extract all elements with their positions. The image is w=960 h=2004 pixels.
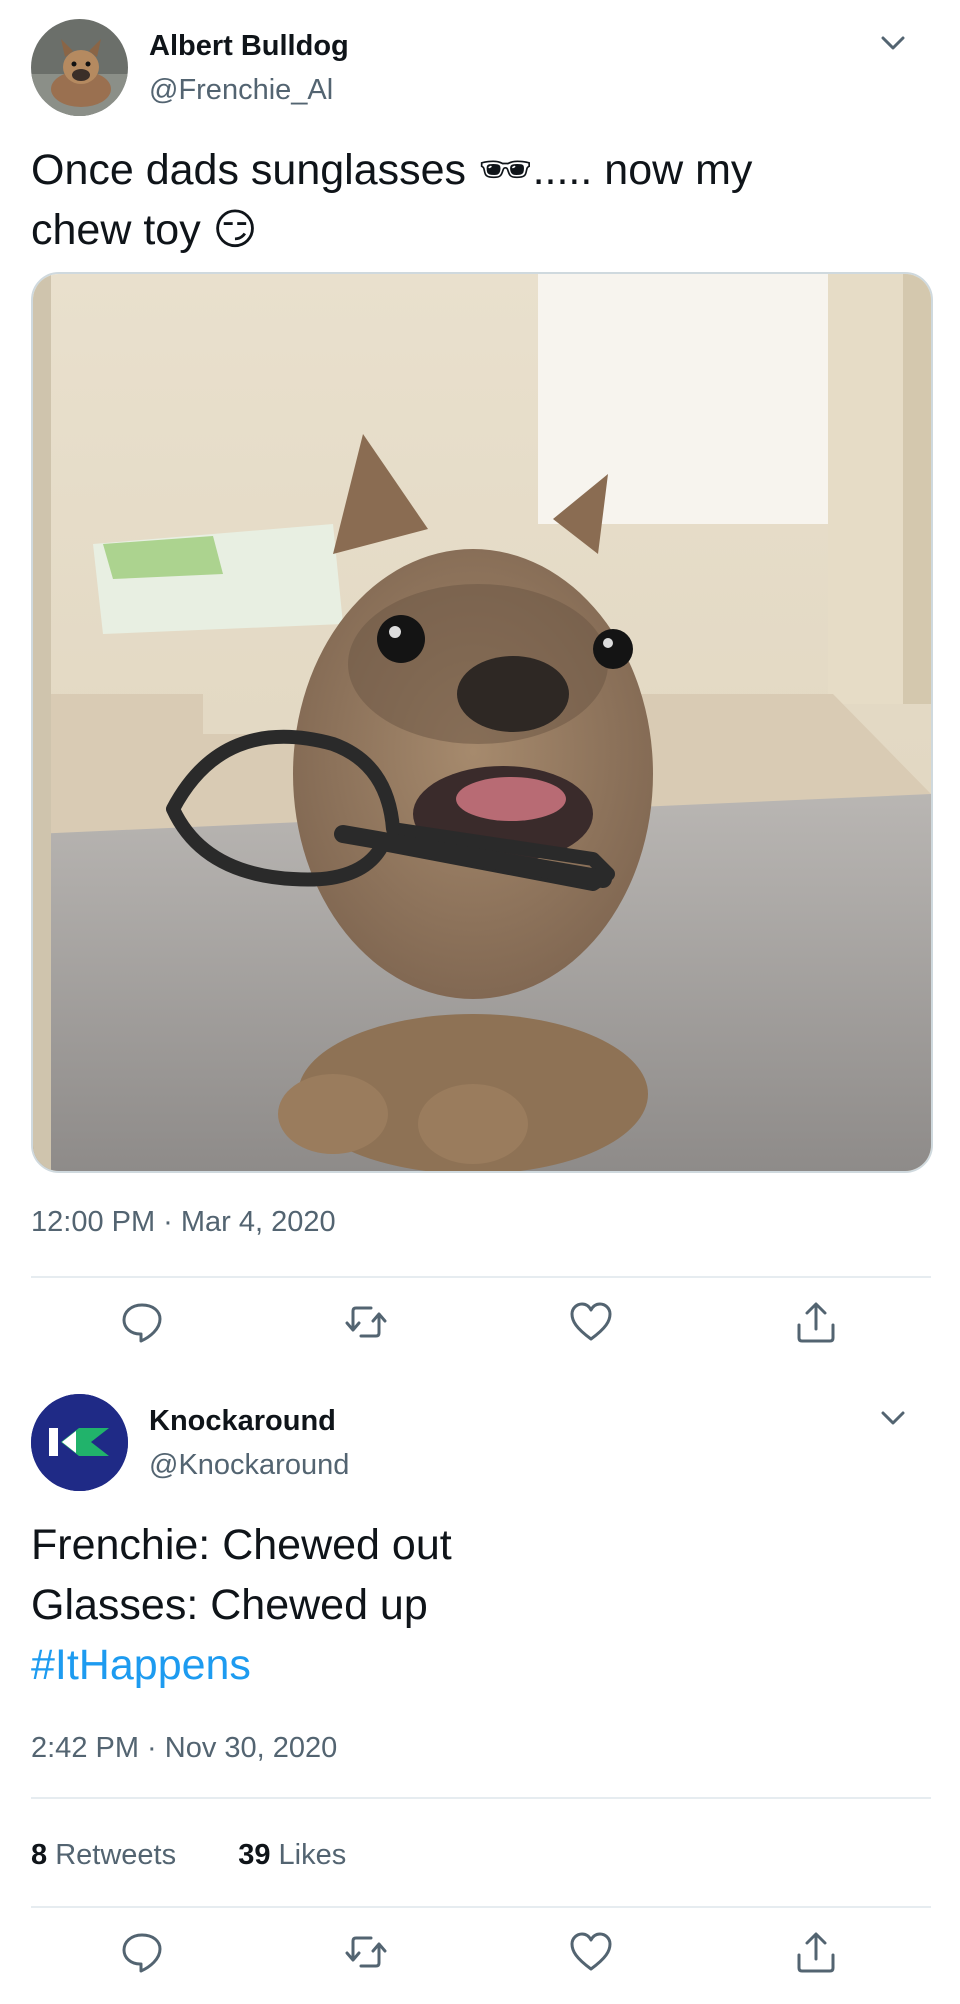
tweet-text-line-2: Glasses: Chewed up: [31, 1581, 428, 1629]
retweets-stat[interactable]: 8 Retweets: [31, 1839, 176, 1871]
tweet-text-line-1: Once dads sunglasses 🕶..... now my: [31, 140, 931, 200]
divider: [31, 1906, 931, 1908]
chevron-down-icon[interactable]: [878, 1403, 908, 1433]
divider: [31, 1276, 931, 1278]
tweet-text-line-1: Frenchie: Chewed out: [31, 1521, 452, 1569]
like-icon[interactable]: [568, 1929, 614, 1975]
smirk-emoji-icon: 😏: [212, 206, 258, 254]
tweet-timestamp[interactable]: 12:00 PM · Mar 4, 2020: [31, 1206, 336, 1239]
sunglasses-emoji-icon: 🕶: [478, 146, 533, 194]
reply-icon[interactable]: [119, 1929, 165, 1975]
likes-stat[interactable]: 39 Likes: [238, 1839, 346, 1871]
tweet-albert-bulldog: Albert Bulldog @Frenchie_Al Once dads su…: [0, 0, 960, 1370]
chevron-down-icon[interactable]: [878, 28, 908, 58]
user-handle[interactable]: @Frenchie_Al: [149, 74, 333, 107]
tweet-text-part: ..... now my: [532, 146, 753, 194]
retweets-label: Retweets: [47, 1839, 177, 1871]
tweet-text: Frenchie: Chewed out Glasses: Chewed up …: [31, 1515, 931, 1695]
like-icon[interactable]: [568, 1299, 614, 1345]
bulldog-avatar-icon: [31, 19, 128, 116]
action-bar: [31, 1929, 931, 1979]
share-icon[interactable]: [793, 1299, 839, 1345]
reply-icon[interactable]: [119, 1299, 165, 1345]
user-handle[interactable]: @Knockaround: [149, 1449, 349, 1482]
share-icon[interactable]: [793, 1929, 839, 1975]
divider: [31, 1797, 931, 1799]
knockaround-logo-icon: [31, 1394, 128, 1491]
tweet-knockaround: Knockaround @Knockaround Frenchie: Chewe…: [0, 1370, 960, 2004]
tweet-text: Once dads sunglasses 🕶..... now my chew …: [31, 140, 931, 260]
tweet-text-part: Once dads sunglasses: [31, 146, 478, 194]
engagement-stats: 8 Retweets 39 Likes: [31, 1839, 346, 1872]
retweet-icon[interactable]: [343, 1299, 389, 1345]
retweet-icon[interactable]: [343, 1929, 389, 1975]
retweets-count: 8: [31, 1839, 48, 1871]
photo-french-bulldog-with-glasses: [33, 274, 931, 1171]
display-name[interactable]: Knockaround: [149, 1405, 336, 1438]
tweet-text-line-2: chew toy 😏: [31, 200, 931, 260]
hashtag-link[interactable]: #ItHappens: [31, 1635, 931, 1695]
likes-label: Likes: [270, 1839, 347, 1871]
tweet-timestamp[interactable]: 2:42 PM · Nov 30, 2020: [31, 1732, 337, 1765]
avatar[interactable]: [31, 1394, 128, 1491]
tweet-photo[interactable]: [31, 272, 933, 1173]
tweet-text-part: chew toy: [31, 206, 213, 254]
action-bar: [31, 1299, 931, 1349]
display-name[interactable]: Albert Bulldog: [149, 30, 349, 63]
avatar[interactable]: [31, 19, 128, 116]
likes-count: 39: [238, 1839, 271, 1871]
